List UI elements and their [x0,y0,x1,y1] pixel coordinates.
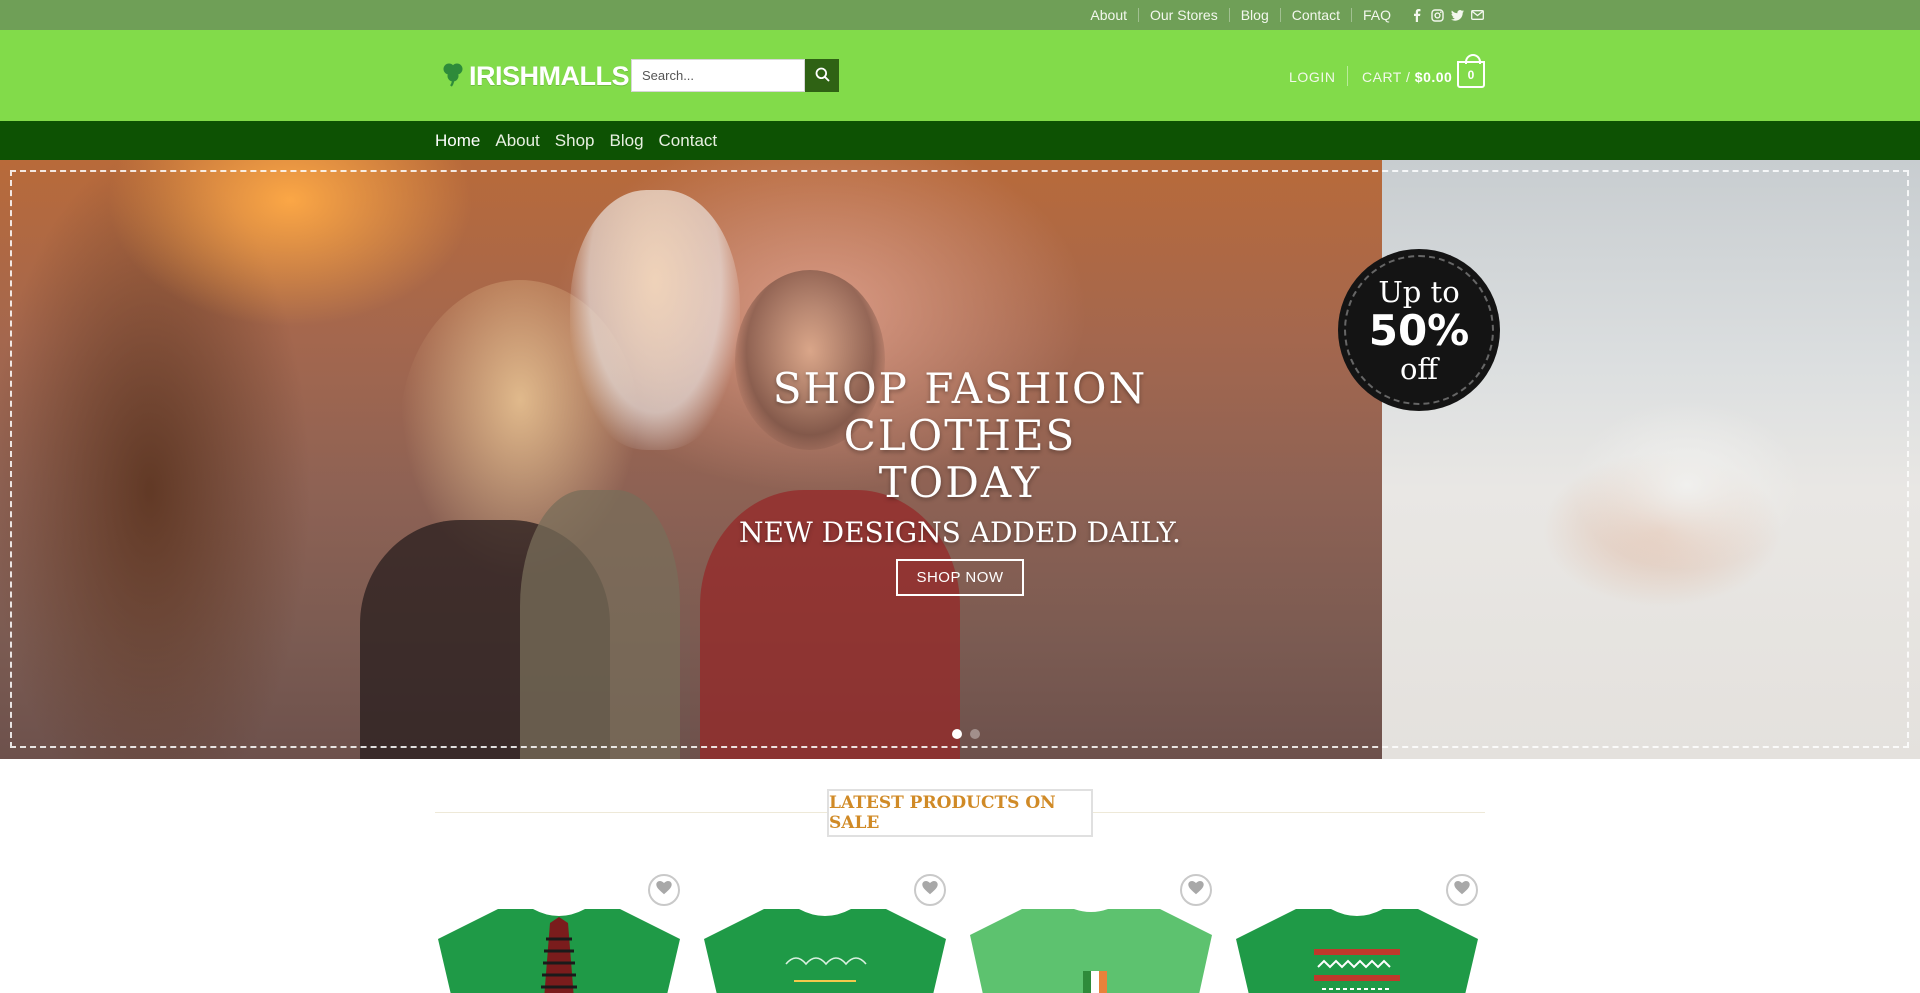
search-input[interactable] [631,59,805,92]
hero-title: SHOP FASHION CLOTHES TODAY [660,365,1260,506]
product-shirt-merry-christmas [704,909,946,993]
top-link-faq[interactable]: FAQ [1350,8,1402,22]
heart-icon [1188,880,1204,900]
nav-item-blog[interactable]: Blog [610,131,644,151]
discount-badge: Up to 50% off [1338,249,1500,411]
product-shirt-gnome [438,909,680,993]
header-divider [1347,66,1348,86]
hero-baby-photo [1382,160,1920,759]
hero-subtitle: NEW DESIGNS ADDED DAILY. [739,516,1181,549]
nav-item-about[interactable]: About [495,131,539,151]
site-logo[interactable]: IRISHMALLS [440,61,630,92]
logo-text: IRISHMALLS [469,61,630,91]
heart-icon [1454,880,1470,900]
email-icon[interactable] [1470,8,1484,22]
cart-label: CART / [1362,69,1411,85]
badge-percent: 50% [1368,306,1470,355]
shamrock-icon [440,61,466,92]
badge-up-to: Up to [1378,275,1460,309]
top-bar: About Our Stores Blog Contact FAQ [0,0,1920,30]
hero-title-line1: SHOP FASHION CLOTHES [772,364,1148,460]
product-card[interactable] [435,874,680,993]
heart-icon [656,880,672,900]
slider-dot-1[interactable] [952,729,962,739]
wishlist-button[interactable] [914,874,946,906]
slider-dot-2[interactable] [970,729,980,739]
heart-icon [922,880,938,900]
product-card[interactable] [1233,874,1478,993]
hero-title-line2: TODAY [878,458,1042,507]
search-form [631,59,839,92]
nav-item-shop[interactable]: Shop [555,131,595,151]
top-link-our-stores[interactable]: Our Stores [1138,8,1229,22]
search-button[interactable] [805,59,839,92]
top-link-blog[interactable]: Blog [1228,8,1280,22]
search-icon [815,67,830,85]
wishlist-button[interactable] [1446,874,1478,906]
top-link-about[interactable]: About [1079,8,1138,22]
hero-slider[interactable]: Up to 50% off SHOP FASHION CLOTHES TODAY… [0,160,1920,759]
product-card[interactable] [967,874,1212,993]
cart-link[interactable]: CART / $0.00 [1362,69,1452,85]
twitter-icon[interactable] [1450,8,1464,22]
product-shirt-ugly-sweater [1236,909,1478,993]
social-icons [1402,8,1484,22]
nav-items: Home About Shop Blog Contact [435,121,717,160]
nav-item-home[interactable]: Home [435,131,480,151]
login-link[interactable]: LOGIN [1289,69,1336,85]
shop-now-button[interactable]: SHOP NOW [896,559,1024,596]
cart-count-badge[interactable]: 0 [1457,54,1485,88]
instagram-icon[interactable] [1430,8,1444,22]
latest-products-title: LATEST PRODUCTS ON SALE [827,789,1093,837]
badge-off: off [1399,352,1439,386]
main-nav: Home About Shop Blog Contact [0,121,1920,160]
top-bar-links: About Our Stores Blog Contact FAQ [1079,0,1484,30]
hero-content: SHOP FASHION CLOTHES TODAY NEW DESIGNS A… [660,365,1260,596]
product-shirt-irish-heart [970,909,1212,993]
product-card[interactable] [701,874,946,993]
wishlist-button[interactable] [648,874,680,906]
slider-dots [952,729,980,739]
nav-item-contact[interactable]: Contact [659,131,718,151]
wishlist-button[interactable] [1180,874,1212,906]
cart-amount: $0.00 [1414,69,1453,85]
top-link-contact[interactable]: Contact [1279,8,1351,22]
facebook-icon[interactable] [1410,8,1424,22]
site-header: IRISHMALLS LOGIN CART / $0.00 0 [0,30,1920,121]
